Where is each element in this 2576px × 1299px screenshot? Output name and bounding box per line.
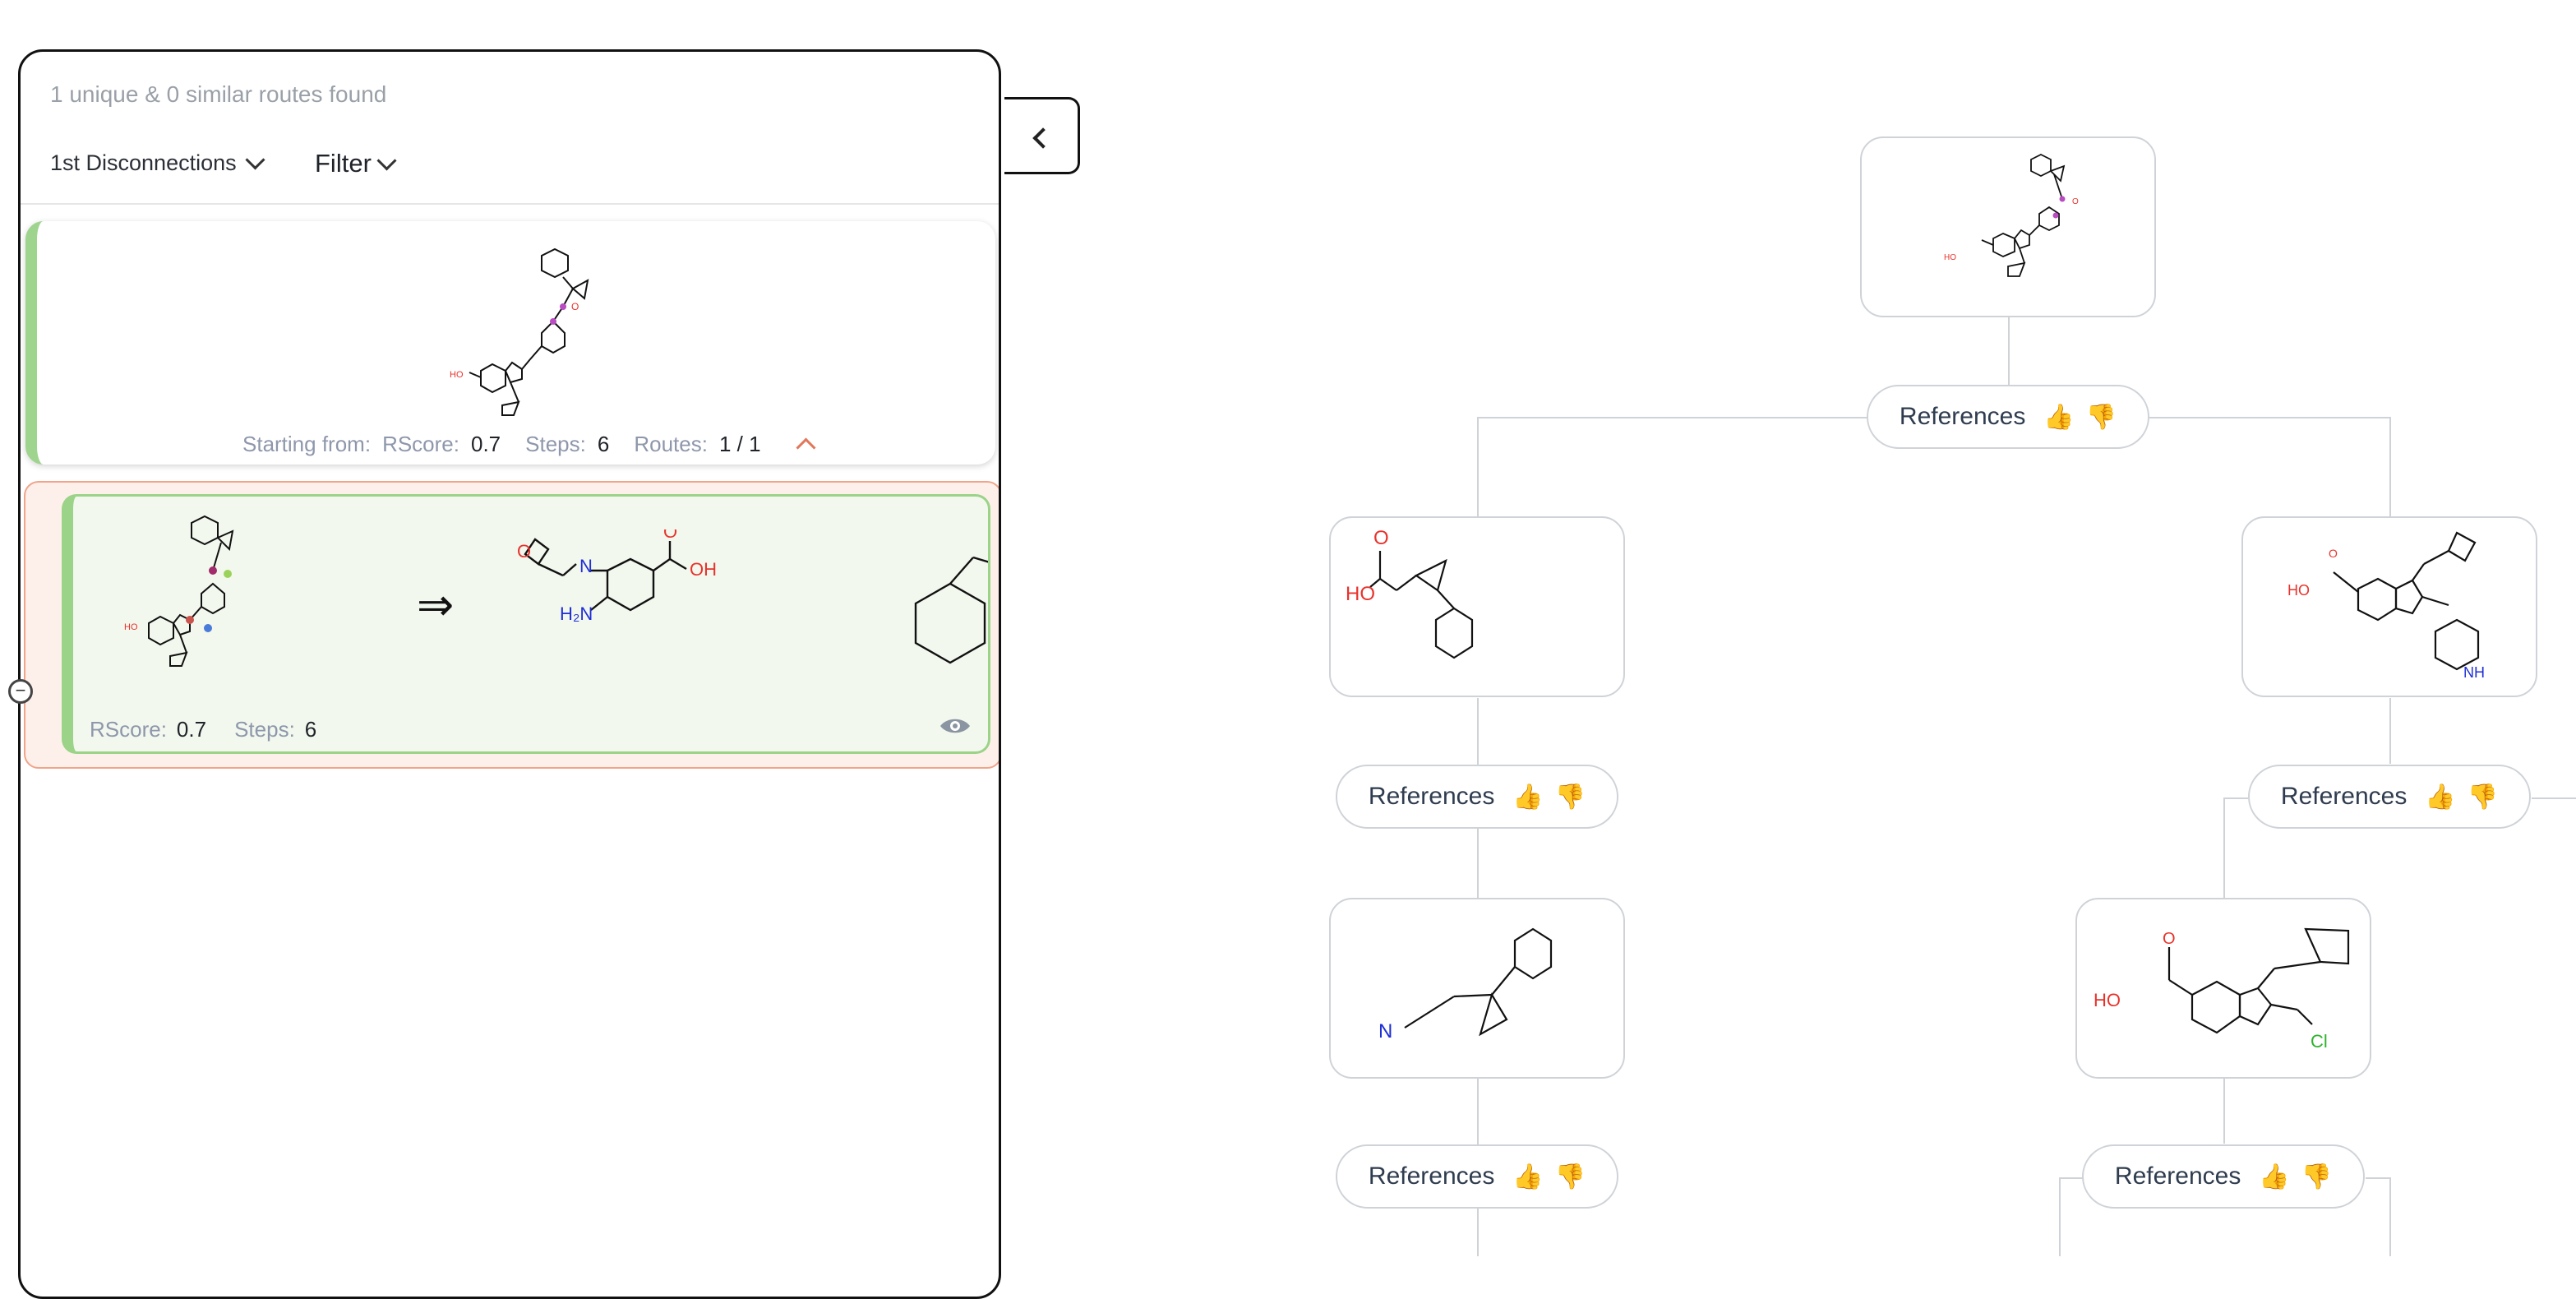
molecule-image: O HO xyxy=(1944,153,2079,277)
nitrogen-label: N xyxy=(1378,1020,1392,1042)
tree-node-target[interactable]: O HO xyxy=(1860,136,2156,317)
thumbs-up-icon[interactable]: 👍 xyxy=(1512,1163,1543,1191)
connector-line xyxy=(2223,797,2225,898)
chlorine-label: Cl xyxy=(2311,1031,2328,1052)
carbonyl-o-label: O xyxy=(2329,547,2338,560)
thumbs-down-icon[interactable]: 👎 xyxy=(2301,1163,2332,1191)
ho-label: HO xyxy=(1944,253,1956,262)
thumbs-up-icon[interactable]: 👍 xyxy=(2043,403,2074,432)
nh-label: NH xyxy=(2463,664,2485,681)
tree-node-nitrile[interactable]: N xyxy=(1329,898,1625,1079)
connector-line xyxy=(2223,1078,2225,1144)
references-label: References xyxy=(1368,1163,1495,1190)
connector-line xyxy=(2059,1177,2084,1179)
connector-line xyxy=(2389,698,2391,764)
thumbs-down-icon[interactable]: 👎 xyxy=(1555,783,1586,811)
references-label: References xyxy=(2280,783,2407,810)
connector-line xyxy=(2366,1177,2390,1179)
connector-line xyxy=(1477,417,1479,517)
connector-line xyxy=(2059,1177,2061,1256)
thumbs-up-icon[interactable]: 👍 xyxy=(1512,783,1543,811)
oxygen-label: O xyxy=(2072,197,2079,206)
route-tree: O HO References 👍 👎 O HO References 👍 👎 … xyxy=(0,0,2576,1256)
ho-label: HO xyxy=(2094,990,2121,1010)
carbonyl-o-label: O xyxy=(1373,527,1389,549)
references-button[interactable]: References 👍 👎 xyxy=(2082,1144,2365,1209)
ho-label: HO xyxy=(2287,582,2310,599)
thumbs-up-icon[interactable]: 👍 xyxy=(2425,783,2455,811)
references-label: References xyxy=(1368,783,1495,810)
tree-node-piperazine[interactable]: O HO NH xyxy=(2241,516,2537,697)
molecule-image: O HO Cl xyxy=(2094,927,2350,1052)
references-label: References xyxy=(2114,1163,2241,1190)
carbonyl-o-label: O xyxy=(2163,930,2176,948)
thumbs-down-icon[interactable]: 👎 xyxy=(2086,403,2117,432)
molecule-image: N xyxy=(1378,927,1553,1042)
references-label: References xyxy=(1899,403,2026,430)
tree-node-acid[interactable]: O HO xyxy=(1329,516,1625,697)
molecule-image: O HO NH xyxy=(2287,531,2485,681)
thumbs-down-icon[interactable]: 👎 xyxy=(1555,1163,1586,1191)
references-button[interactable]: References 👍 👎 xyxy=(1336,1144,1618,1209)
connector-line xyxy=(2223,797,2248,799)
connector-line xyxy=(2532,797,2576,799)
references-button[interactable]: References 👍 👎 xyxy=(1336,765,1618,829)
references-button[interactable]: References 👍 👎 xyxy=(2248,765,2531,829)
tree-node-chloride[interactable]: O HO Cl xyxy=(2075,898,2371,1079)
thumbs-up-icon[interactable]: 👍 xyxy=(2259,1163,2289,1191)
connector-line xyxy=(2389,417,2391,517)
thumbs-down-icon[interactable]: 👎 xyxy=(2468,783,2498,811)
ho-label: HO xyxy=(1346,583,1375,605)
molecule-image: O HO xyxy=(1346,527,1474,659)
connector-line xyxy=(2389,1177,2391,1256)
references-button[interactable]: References 👍 👎 xyxy=(1867,385,2149,449)
